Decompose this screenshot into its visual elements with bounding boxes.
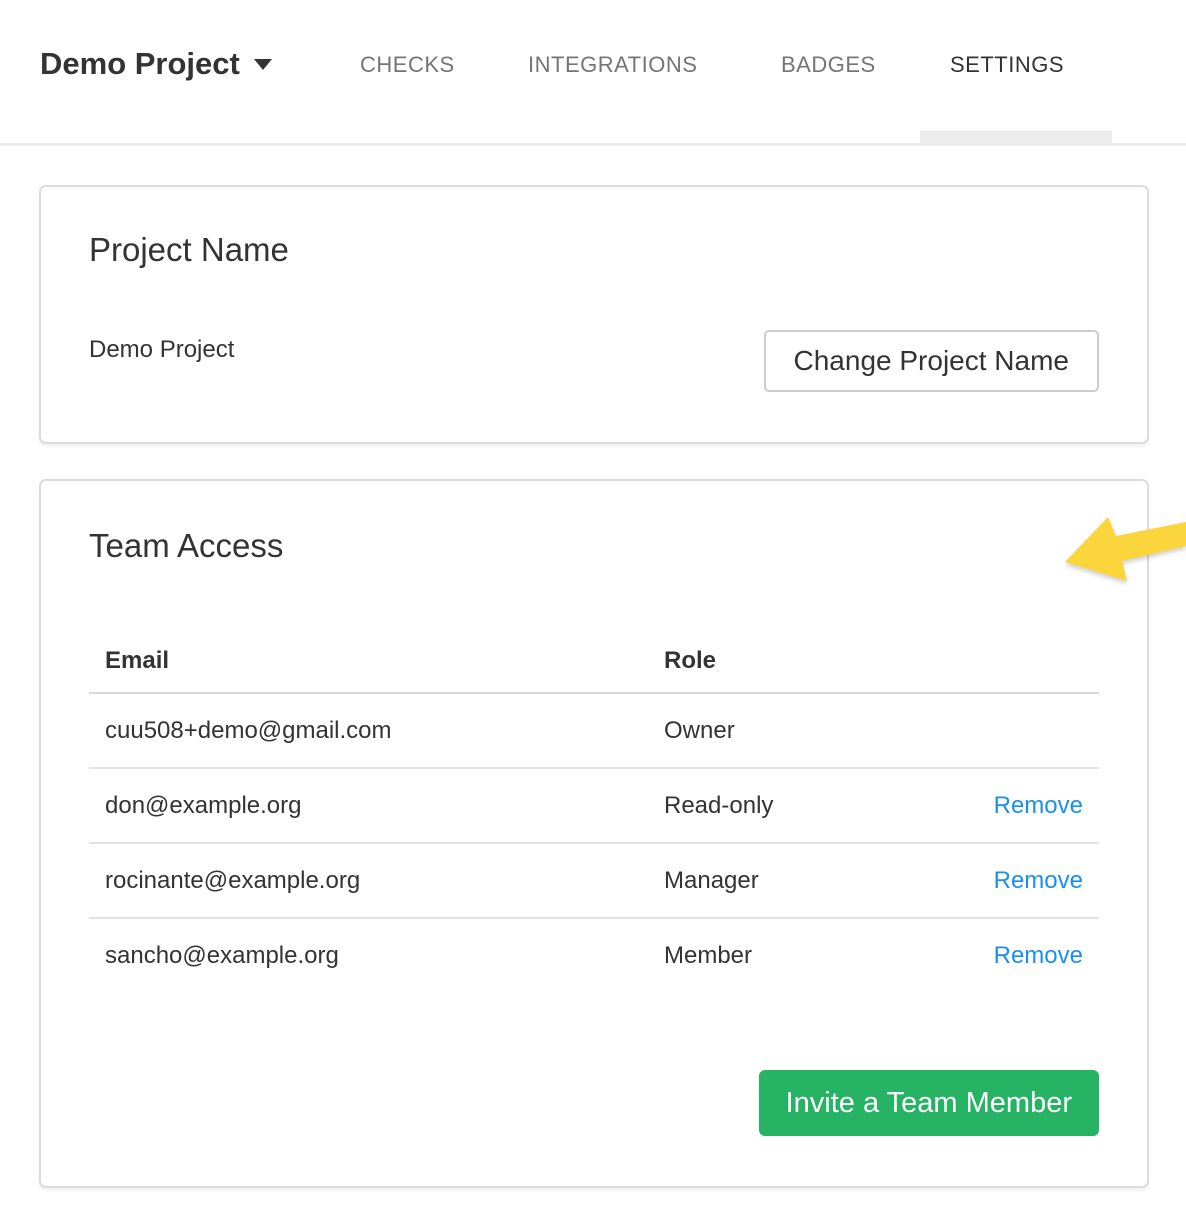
team-access-card-title: Team Access — [89, 527, 283, 565]
member-action-cell: Remove — [883, 843, 1099, 918]
column-header-actions — [883, 630, 1099, 693]
member-action-cell — [883, 693, 1099, 768]
team-members-table: Email Role cuu508+demo@gmail.com Owner d… — [89, 630, 1099, 993]
tab-integrations[interactable]: INTEGRATIONS — [528, 52, 697, 78]
current-project-name: Demo Project — [89, 336, 234, 364]
tab-checks[interactable]: CHECKS — [360, 52, 455, 78]
invite-team-member-button[interactable]: Invite a Team Member — [759, 1070, 1099, 1136]
member-email: rocinante@example.org — [89, 843, 664, 918]
tab-settings[interactable]: SETTINGS — [950, 52, 1064, 78]
remove-link[interactable]: Remove — [994, 867, 1083, 894]
project-name-card: Project Name Demo Project Change Project… — [39, 185, 1149, 444]
column-header-email: Email — [89, 630, 664, 693]
table-row: cuu508+demo@gmail.com Owner — [89, 693, 1099, 768]
member-role: Manager — [664, 843, 883, 918]
remove-link[interactable]: Remove — [994, 792, 1083, 819]
member-email: don@example.org — [89, 768, 664, 843]
table-row: sancho@example.org Member Remove — [89, 918, 1099, 993]
table-row: don@example.org Read-only Remove — [89, 768, 1099, 843]
project-switcher-dropdown[interactable]: Demo Project — [40, 46, 272, 82]
project-name-card-title: Project Name — [89, 231, 289, 269]
member-role: Read-only — [664, 768, 883, 843]
member-role: Owner — [664, 693, 883, 768]
column-header-role: Role — [664, 630, 883, 693]
project-switcher-label: Demo Project — [40, 46, 240, 81]
member-email: sancho@example.org — [89, 918, 664, 993]
member-action-cell: Remove — [883, 918, 1099, 993]
active-tab-indicator — [920, 131, 1112, 146]
member-email: cuu508+demo@gmail.com — [89, 693, 664, 768]
table-header-row: Email Role — [89, 630, 1099, 693]
table-row: rocinante@example.org Manager Remove — [89, 843, 1099, 918]
member-role: Member — [664, 918, 883, 993]
chevron-down-icon — [254, 59, 272, 70]
change-project-name-button[interactable]: Change Project Name — [764, 330, 1099, 392]
team-access-card: Team Access Email Role cuu508+demo@gmail… — [39, 479, 1149, 1188]
remove-link[interactable]: Remove — [994, 942, 1083, 969]
member-action-cell: Remove — [883, 768, 1099, 843]
tab-badges[interactable]: BADGES — [781, 52, 876, 78]
top-navbar: Demo Project CHECKS INTEGRATIONS BADGES … — [0, 0, 1186, 146]
